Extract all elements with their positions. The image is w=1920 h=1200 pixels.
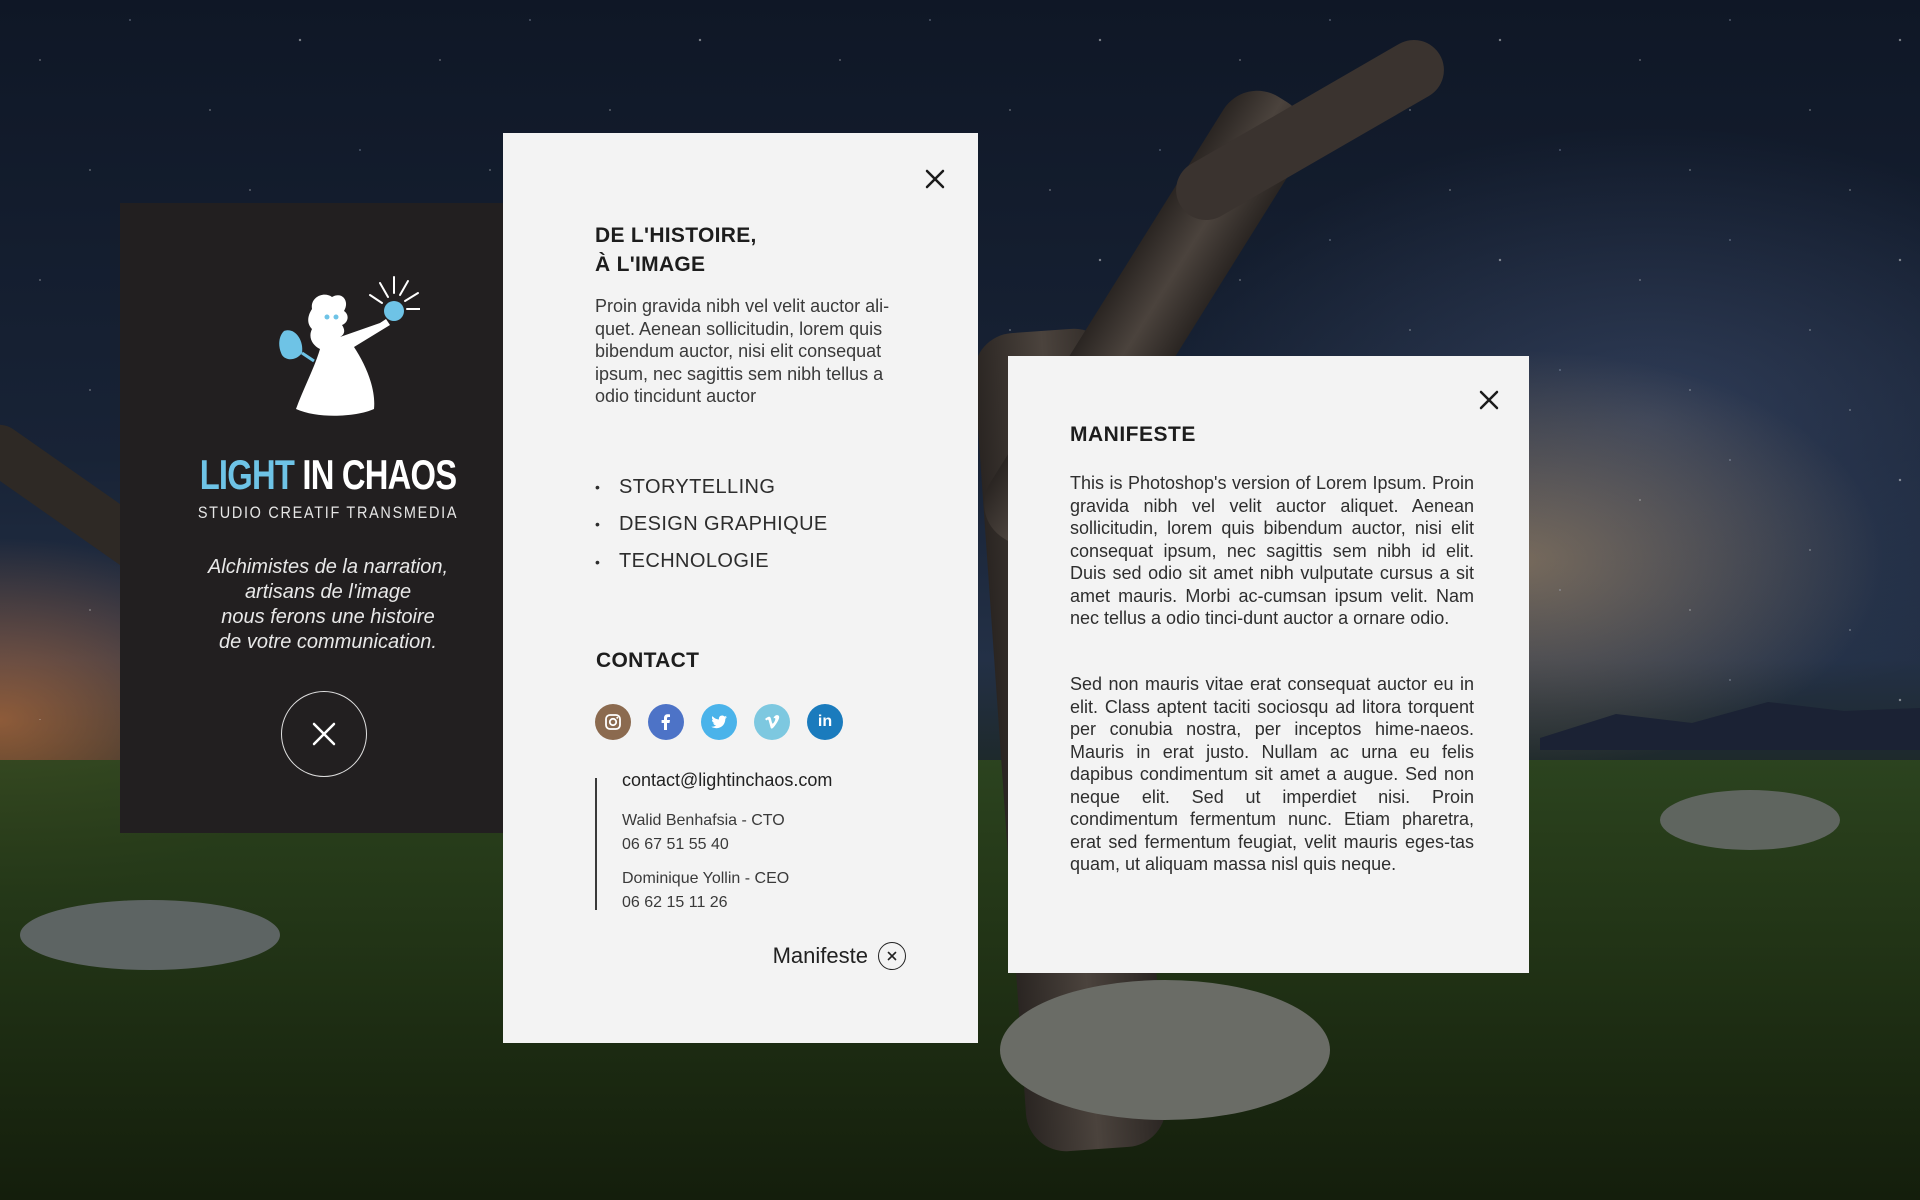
contact-details: contact@lightinchaos.com Walid Benhafsia… <box>595 770 832 911</box>
close-icon <box>925 169 945 189</box>
twitter-icon[interactable] <box>701 704 737 740</box>
close-icon <box>1479 390 1499 410</box>
brand-close-button[interactable] <box>281 691 367 777</box>
close-icon <box>312 722 336 746</box>
manifeste-link[interactable]: Manifeste <box>773 942 906 970</box>
wizard-logo-icon <box>279 276 420 416</box>
manifesto-paragraph: Sed non mauris vitae erat consequat auct… <box>1070 674 1474 874</box>
rock <box>1000 980 1330 1120</box>
manifeste-link-label: Manifeste <box>772 943 868 968</box>
manifesto-close-button[interactable] <box>1477 388 1501 412</box>
contact-person: Walid Benhafsia - CTO 06 67 51 55 40 <box>622 809 785 857</box>
rock <box>1660 790 1840 850</box>
contact-person: Dominique Yollin - CEO 06 62 15 11 26 <box>622 867 789 915</box>
contact-person-phone[interactable]: 06 67 51 55 40 <box>622 833 785 857</box>
brand-name: LIGHT IN CHAOS <box>166 451 490 499</box>
info-title-line2: À L'IMAGE <box>595 253 706 276</box>
slogan-line: Alchimistes de la narration, <box>207 556 449 578</box>
manifesto-title: MANIFESTE <box>1070 423 1196 446</box>
info-title: DE L'HISTOIRE, À L'IMAGE <box>595 221 757 279</box>
linkedin-icon[interactable]: in <box>807 704 843 740</box>
brand-panel: LIGHT IN CHAOS STUDIO CREATIF TRANSMEDIA… <box>120 203 536 833</box>
manifesto-paragraph: This is Photoshop's version of Lorem Ips… <box>1070 473 1474 628</box>
service-item: STORYTELLING <box>595 469 828 506</box>
contact-title: CONTACT <box>596 649 700 672</box>
info-close-button[interactable] <box>923 167 947 191</box>
social-links: in <box>595 704 843 740</box>
info-title-line1: DE L'HISTOIRE, <box>595 224 757 247</box>
info-card: DE L'HISTOIRE, À L'IMAGE Proin gravida n… <box>503 133 978 1043</box>
info-intro: Proin gravida nibh vel velit auctor ali-… <box>595 296 890 406</box>
brand-name-rest: IN CHAOS <box>294 451 457 498</box>
slogan-line: artisans de l'image <box>244 581 412 603</box>
service-item: DESIGN GRAPHIQUE <box>595 506 828 543</box>
contact-person-role: Walid Benhafsia - CTO <box>622 812 785 829</box>
rock <box>20 900 280 970</box>
vimeo-icon[interactable] <box>754 704 790 740</box>
instagram-icon[interactable] <box>595 704 631 740</box>
slogan-line: nous ferons une histoire <box>221 606 435 628</box>
contact-email[interactable]: contact@lightinchaos.com <box>622 770 832 791</box>
brand-tagline: STUDIO CREATIF TRANSMEDIA <box>197 503 459 522</box>
brand-name-light: LIGHT <box>199 451 295 498</box>
brand-slogan: Alchimistes de la narration, artisans de… <box>160 555 496 655</box>
linkedin-glyph: in <box>817 713 833 730</box>
service-item: TECHNOLOGIE <box>595 543 828 580</box>
close-circle-icon <box>878 942 906 970</box>
facebook-icon[interactable] <box>648 704 684 740</box>
services-list: STORYTELLING DESIGN GRAPHIQUE TECHNOLOGI… <box>595 469 828 581</box>
slogan-line: de votre communication. <box>219 631 437 653</box>
manifesto-card: MANIFESTE This is Photoshop's version of… <box>1008 356 1529 973</box>
contact-person-role: Dominique Yollin - CEO <box>622 870 790 887</box>
contact-person-phone[interactable]: 06 62 15 11 26 <box>622 891 789 915</box>
